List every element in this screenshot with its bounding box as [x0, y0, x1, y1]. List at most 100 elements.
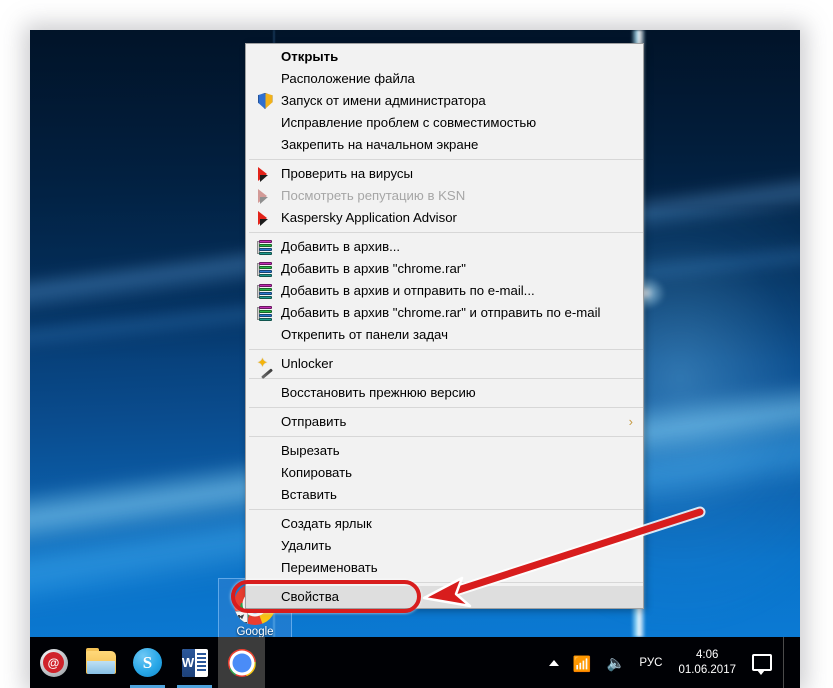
menu-separator	[249, 159, 643, 160]
menu-separator	[249, 436, 643, 437]
tray-clock[interactable]: 4:06 01.06.2017	[669, 637, 745, 688]
menu-item-добавить-в-архив-chrome-rar[interactable]: Добавить в архив "chrome.rar"	[246, 258, 643, 280]
menu-item-восстановить-прежнюю-версию[interactable]: Восстановить прежнюю версию	[246, 382, 643, 404]
word-icon: W	[182, 649, 208, 677]
tray-volume-button[interactable]: 🔈	[600, 637, 633, 688]
kaspersky-icon-slot	[254, 165, 276, 183]
tray-overflow-button[interactable]	[542, 637, 566, 688]
speaker-icon: 🔈	[607, 654, 626, 672]
menu-item-добавить-в-архив-chrome-rar-и-отправить-[interactable]: Добавить в архив "chrome.rar" и отправит…	[246, 302, 643, 324]
menu-item-добавить-в-архив-и-отправить-по-e-mail[interactable]: Добавить в архив и отправить по e-mail..…	[246, 280, 643, 302]
menu-item-вырезать[interactable]: Вырезать	[246, 440, 643, 462]
menu-icon-slot-empty	[254, 413, 276, 431]
menu-item-label: Добавить в архив "chrome.rar" и отправит…	[281, 302, 600, 324]
notification-icon	[752, 654, 772, 671]
winrar-icon-slot	[254, 304, 276, 322]
menu-item-unlocker[interactable]: ✦ Unlocker	[246, 353, 643, 375]
kaspersky-icon: @	[40, 649, 68, 677]
menu-item-переименовать[interactable]: Переименовать	[246, 557, 643, 579]
taskbar[interactable]: @ S W	[30, 637, 800, 688]
menu-item-label: Переименовать	[281, 557, 378, 579]
tray-date: 01.06.2017	[678, 663, 736, 678]
tray-language-indicator[interactable]: РУС	[632, 637, 669, 688]
skype-icon: S	[133, 648, 162, 677]
menu-separator	[249, 509, 643, 510]
menu-item-проверить-на-вирусы[interactable]: Проверить на вирусы	[246, 163, 643, 185]
system-tray: 📶 🔈 РУС 4:06 01.06.2017	[542, 637, 800, 688]
menu-item-label: Kaspersky Application Advisor	[281, 207, 457, 229]
menu-item-label: Посмотреть репутацию в KSN	[281, 185, 465, 207]
menu-item-label: Вырезать	[281, 440, 340, 462]
kaspersky-icon	[258, 189, 273, 204]
menu-item-label: Копировать	[281, 462, 352, 484]
menu-item-label: Открыть	[281, 46, 338, 68]
menu-item-label: Исправление проблем с совместимостью	[281, 112, 536, 134]
menu-item-label: Расположение файла	[281, 68, 415, 90]
menu-icon-slot-empty	[254, 48, 276, 66]
menu-item-label: Unlocker	[281, 353, 333, 375]
menu-icon-slot-empty	[254, 537, 276, 555]
menu-item-посмотреть-репутацию-в-ksn: Посмотреть репутацию в KSN	[246, 185, 643, 207]
menu-item-вставить[interactable]: Вставить	[246, 484, 643, 506]
menu-item-удалить[interactable]: Удалить	[246, 535, 643, 557]
winrar-icon	[257, 283, 273, 299]
action-center-button[interactable]	[745, 637, 779, 688]
menu-item-исправление-проблем-с-совместимостью[interactable]: Исправление проблем с совместимостью	[246, 112, 643, 134]
tray-time: 4:06	[696, 648, 718, 663]
screenshot-root: GoogleChrome ОткрытьРасположение файлаЗа…	[0, 0, 833, 688]
menu-item-kaspersky-application-advisor[interactable]: Kaspersky Application Advisor	[246, 207, 643, 229]
winrar-icon	[257, 239, 273, 255]
shortcut-arrow-icon	[234, 611, 248, 625]
menu-icon-slot-empty	[254, 384, 276, 402]
taskbar-button-file-explorer[interactable]	[77, 637, 124, 688]
show-desktop-button[interactable]	[783, 637, 790, 688]
context-menu[interactable]: ОткрытьРасположение файлаЗапуск от имени…	[245, 43, 644, 609]
menu-item-label: Добавить в архив "chrome.rar"	[281, 258, 466, 280]
menu-item-запуск-от-имени-администратора[interactable]: Запуск от имени администратора	[246, 90, 643, 112]
menu-icon-slot-empty	[254, 559, 276, 577]
menu-icon-slot-empty	[254, 515, 276, 533]
kaspersky-icon	[258, 167, 273, 182]
uac-shield-icon-slot	[254, 92, 276, 110]
uac-shield-icon	[258, 93, 273, 109]
menu-item-label: Восстановить прежнюю версию	[281, 382, 476, 404]
taskbar-button-kaspersky[interactable]: @	[30, 637, 77, 688]
menu-icon-slot-empty	[254, 486, 276, 504]
menu-item-label: Добавить в архив и отправить по e-mail..…	[281, 280, 535, 302]
taskbar-buttons: @ S W	[30, 637, 265, 688]
menu-item-отправить[interactable]: Отправить ›	[246, 411, 643, 433]
kaspersky-icon	[258, 211, 273, 226]
menu-item-label: Добавить в архив...	[281, 236, 400, 258]
kaspersky-icon-slot	[254, 209, 276, 227]
menu-icon-slot-empty	[254, 326, 276, 344]
chrome-icon	[228, 649, 256, 677]
menu-item-открепить-от-панели-задач[interactable]: Открепить от панели задач	[246, 324, 643, 346]
winrar-icon	[257, 305, 273, 321]
menu-item-добавить-в-архив[interactable]: Добавить в архив...	[246, 236, 643, 258]
chevron-up-icon	[549, 660, 559, 666]
menu-icon-slot-empty	[254, 464, 276, 482]
menu-item-label: Отправить	[281, 411, 346, 433]
shortcut-label-line1: Google	[236, 626, 273, 637]
menu-item-копировать[interactable]: Копировать	[246, 462, 643, 484]
magic-wand-icon: ✦	[257, 356, 273, 372]
taskbar-button-chrome[interactable]	[218, 637, 265, 688]
winrar-icon-slot	[254, 282, 276, 300]
menu-item-закрепить-на-начальном-экране[interactable]: Закрепить на начальном экране	[246, 134, 643, 156]
wifi-icon: 📶	[573, 655, 593, 671]
taskbar-button-skype[interactable]: S	[124, 637, 171, 688]
kaspersky-icon-slot	[254, 187, 276, 205]
menu-item-label: Открепить от панели задач	[281, 324, 448, 346]
chevron-right-icon: ›	[629, 411, 637, 433]
taskbar-button-word[interactable]: W	[171, 637, 218, 688]
tray-language-label: РУС	[639, 657, 662, 669]
desktop-shortcut-label: GoogleChrome	[220, 626, 290, 637]
menu-icon-slot-empty	[254, 442, 276, 460]
menu-item-открыть[interactable]: Открыть	[246, 46, 643, 68]
menu-icon-slot-empty	[254, 136, 276, 154]
winrar-icon	[257, 261, 273, 277]
menu-item-создать-ярлык[interactable]: Создать ярлык	[246, 513, 643, 535]
magic-wand-icon-slot: ✦	[254, 355, 276, 373]
menu-item-расположение-файла[interactable]: Расположение файла	[246, 68, 643, 90]
tray-network-button[interactable]: 📶	[566, 637, 600, 688]
